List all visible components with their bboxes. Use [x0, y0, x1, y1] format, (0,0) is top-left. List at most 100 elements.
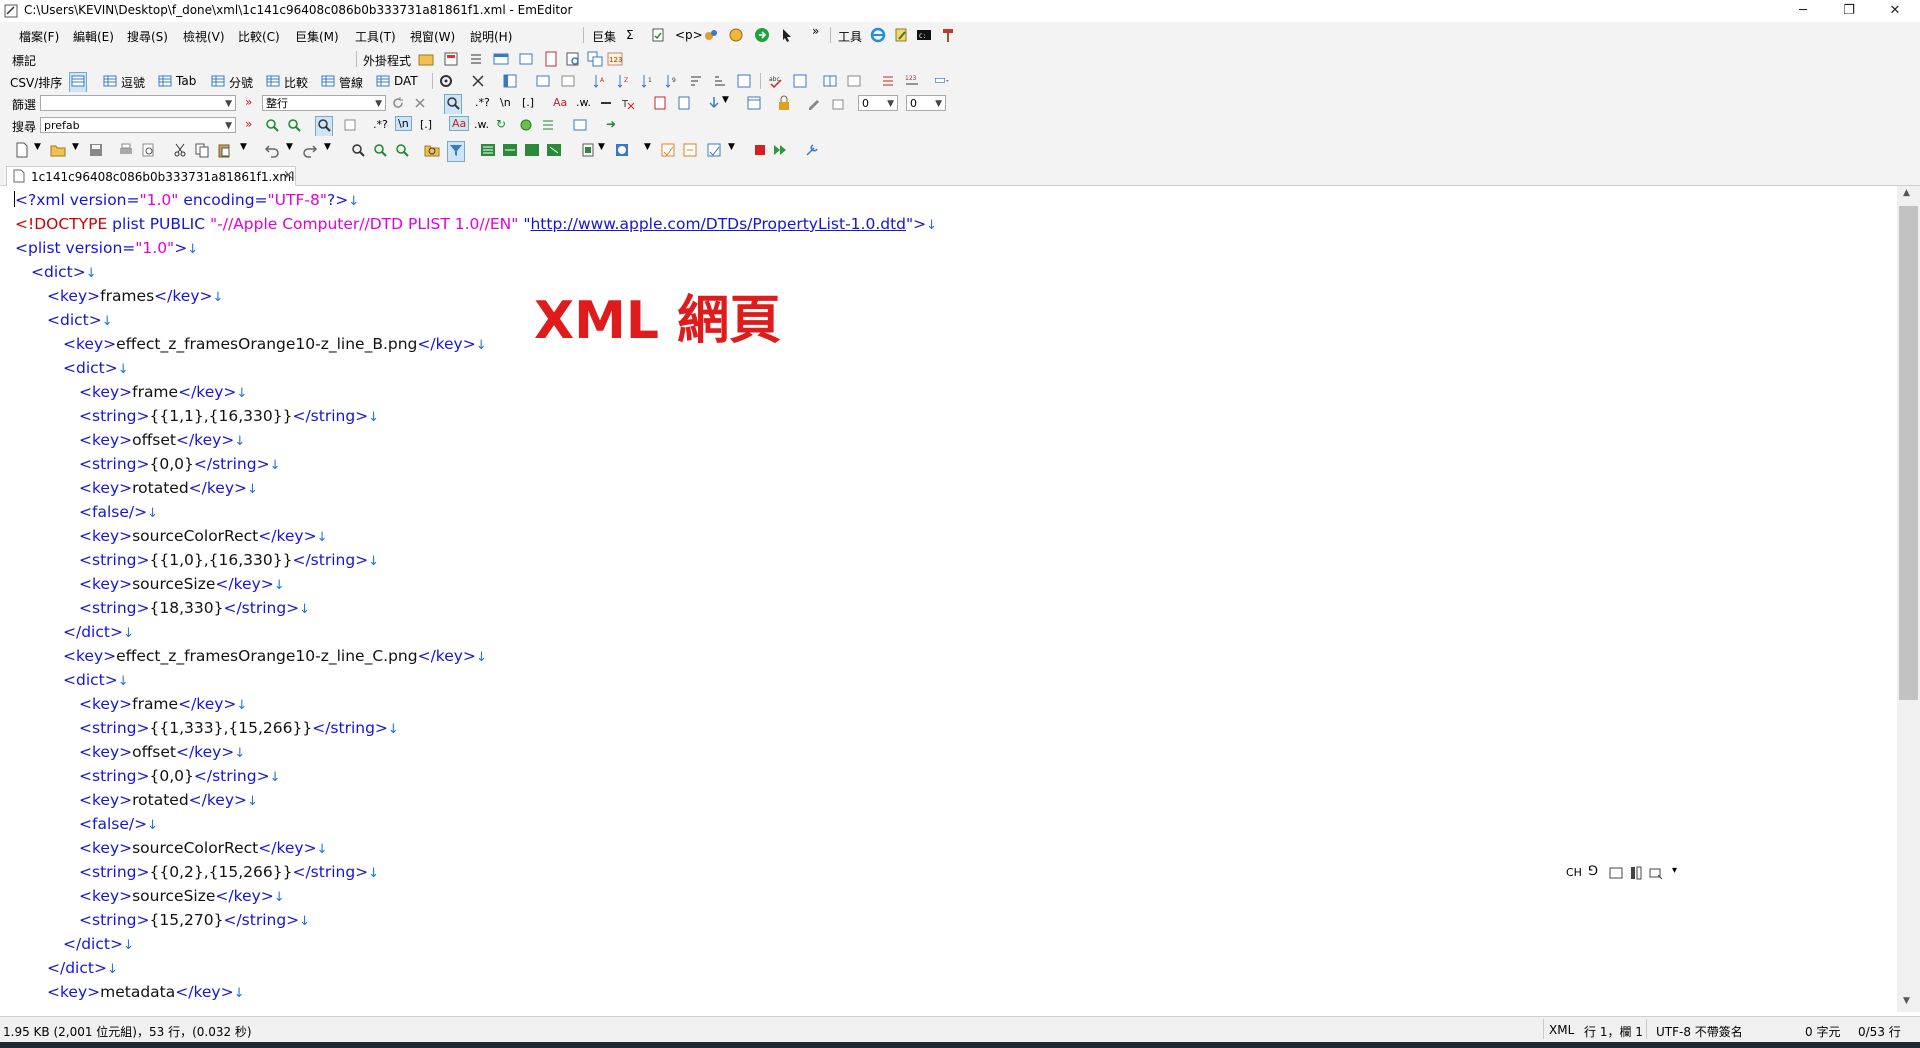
code-line[interactable]: <key>sourceColorRect</key>↓ [79, 524, 328, 548]
csv-pipe-button[interactable]: 管線 [339, 74, 363, 91]
csv-tab-icon[interactable] [157, 73, 173, 92]
wrap-char-icon[interactable] [546, 142, 562, 161]
ime-mode-icon[interactable]: ⅁ [1588, 864, 1598, 879]
code-line[interactable]: </dict>↓ [63, 620, 134, 644]
clear-format-icon[interactable]: T [620, 95, 636, 114]
status-syntax[interactable]: XML [1549, 1023, 1574, 1037]
csv-tools-icon[interactable] [470, 73, 486, 92]
code-line[interactable]: <key>effect_z_framesOrange10-z_line_B.pn… [63, 332, 487, 356]
ime-language[interactable]: CH [1566, 866, 1582, 879]
restore-button[interactable]: ❐ [1826, 0, 1872, 22]
chevron-down-icon[interactable]: ▼ [34, 142, 41, 152]
code-line[interactable]: <string>{{1,1},{16,330}}</string>↓ [79, 404, 379, 428]
properties-icon[interactable] [682, 142, 698, 161]
tab-close-icon[interactable]: × [283, 168, 294, 183]
code-line[interactable]: <key>offset</key>↓ [79, 740, 245, 764]
configuration-icon[interactable] [580, 142, 596, 161]
internet-explorer-icon[interactable] [870, 27, 886, 46]
csv-semicolon-icon[interactable] [210, 73, 226, 92]
plugin-search-icon[interactable] [565, 51, 581, 70]
menu-window[interactable]: 視窗(W) [410, 28, 455, 45]
macro-select-icon[interactable] [780, 27, 796, 46]
code-line[interactable]: <key>frames</key>↓ [47, 284, 223, 308]
csv-normal-mode-icon[interactable] [69, 72, 87, 93]
lock-icon[interactable] [776, 95, 792, 114]
column-freeze-icon[interactable] [560, 73, 576, 92]
match-case-icon[interactable]: Aa [553, 96, 567, 109]
open-file-icon[interactable] [50, 142, 66, 161]
scroll-up-icon[interactable]: ▲ [1903, 188, 1910, 198]
word-wrap-icon[interactable] [480, 142, 496, 161]
wrap-page-icon[interactable] [524, 142, 540, 161]
code-line[interactable]: <key>frame</key>↓ [79, 380, 247, 404]
code-line[interactable]: <plist version="1.0">↓ [15, 236, 198, 260]
plugin-snippets-icon[interactable] [518, 51, 534, 70]
refresh-icon[interactable] [390, 95, 406, 114]
filter-count-select-2[interactable]: 0 ▼ [906, 95, 946, 111]
bookmark-list-icon[interactable] [652, 95, 668, 114]
split-view-icon[interactable] [822, 73, 838, 92]
menu-file[interactable]: 檔案(F) [19, 28, 59, 45]
code-line[interactable]: <key>rotated</key>↓ [79, 788, 258, 812]
plugin-word-count-icon[interactable] [443, 51, 459, 70]
macro-toolbar-label[interactable]: 巨集 [592, 28, 616, 45]
sort-length-ascending-icon[interactable] [688, 73, 704, 92]
search-wrap-icon[interactable]: ↻ [496, 117, 506, 131]
ime-options-icon[interactable]: ▾ [1672, 865, 1677, 876]
ime-punctuation-icon[interactable] [1628, 865, 1644, 884]
ime-fullwidth-icon[interactable] [1608, 865, 1624, 884]
sort-ascending-icon[interactable]: A [592, 73, 608, 92]
code-line[interactable]: <string>{15,270}</string>↓ [79, 908, 310, 932]
csv-settings-icon[interactable] [438, 73, 454, 92]
search-regex-icon[interactable]: .*? [373, 118, 388, 131]
filter-layout-icon[interactable] [746, 95, 762, 114]
spell-check-icon[interactable]: abc [768, 73, 784, 92]
plugin-html-bar-icon[interactable] [543, 51, 559, 70]
paste-icon[interactable] [216, 142, 232, 161]
filter-toggle-icon[interactable] [447, 141, 465, 162]
export-icon[interactable] [830, 95, 846, 114]
plugin-explorer-icon[interactable] [418, 51, 434, 70]
numbering-icon[interactable]: 123 [904, 73, 920, 92]
code-line[interactable]: <dict>↓ [31, 260, 97, 284]
column-select-icon[interactable] [502, 73, 518, 92]
csv-tab-button[interactable]: Tab [176, 74, 196, 88]
stop-record-macro-icon[interactable] [752, 142, 768, 161]
search-bracket-icon[interactable]: [.] [420, 118, 432, 131]
sort-descending-icon[interactable]: Z [616, 73, 632, 92]
sort-numeric-ascending-icon[interactable]: 1 [640, 73, 656, 92]
search-newline-icon[interactable]: \n [395, 116, 412, 131]
find-previous-toolbar-icon[interactable] [394, 142, 410, 161]
code-line[interactable]: <string>{{0,2},{15,266}}</string>↓ [79, 860, 379, 884]
chevron-down-icon[interactable]: ▼ [72, 142, 79, 152]
search-marker-icon[interactable] [518, 117, 534, 136]
csv-dat-icon[interactable] [375, 73, 391, 92]
csv-comma-button[interactable]: 逗號 [121, 74, 145, 91]
run-arrow-icon[interactable]: ➜ [606, 117, 616, 131]
filter-search-icon[interactable] [444, 94, 462, 115]
sum-button[interactable]: Σ [626, 28, 634, 42]
status-encoding[interactable]: UTF-8 不帶簽名 [1656, 1023, 1743, 1040]
search-list-icon[interactable] [540, 117, 556, 136]
search-input[interactable]: prefab ▼ [40, 117, 236, 133]
search-options-icon[interactable]: » [245, 117, 252, 131]
sync-scroll-icon[interactable] [846, 73, 862, 92]
chevron-down-icon[interactable]: ▼ [324, 142, 331, 152]
customize-icon[interactable] [660, 142, 676, 161]
bookmark-toolbar-label[interactable]: 標記 [12, 52, 36, 69]
search-whole-word-icon[interactable]: .w. [474, 118, 489, 131]
minus-icon[interactable] [598, 95, 614, 114]
code-line[interactable]: <dict>↓ [47, 308, 113, 332]
whole-word-icon[interactable]: .w. [576, 96, 591, 109]
encoding-icon[interactable] [614, 142, 630, 161]
csv-pipe-icon[interactable] [320, 73, 336, 92]
code-line[interactable]: <!DOCTYPE plist PUBLIC "-//Apple Compute… [15, 212, 937, 236]
code-line[interactable]: <key>offset</key>↓ [79, 428, 245, 452]
list-view-icon[interactable] [880, 73, 896, 92]
menu-compare[interactable]: 比較(C) [238, 28, 280, 45]
code-line[interactable]: <key>metadata</key>↓ [47, 980, 244, 1004]
code-line[interactable]: <key>rotated</key>↓ [79, 476, 258, 500]
search-panel-icon[interactable] [572, 117, 588, 136]
newline-toggle-icon[interactable]: \n [500, 96, 511, 109]
csv-sort-label[interactable]: CSV/排序 [10, 74, 62, 91]
